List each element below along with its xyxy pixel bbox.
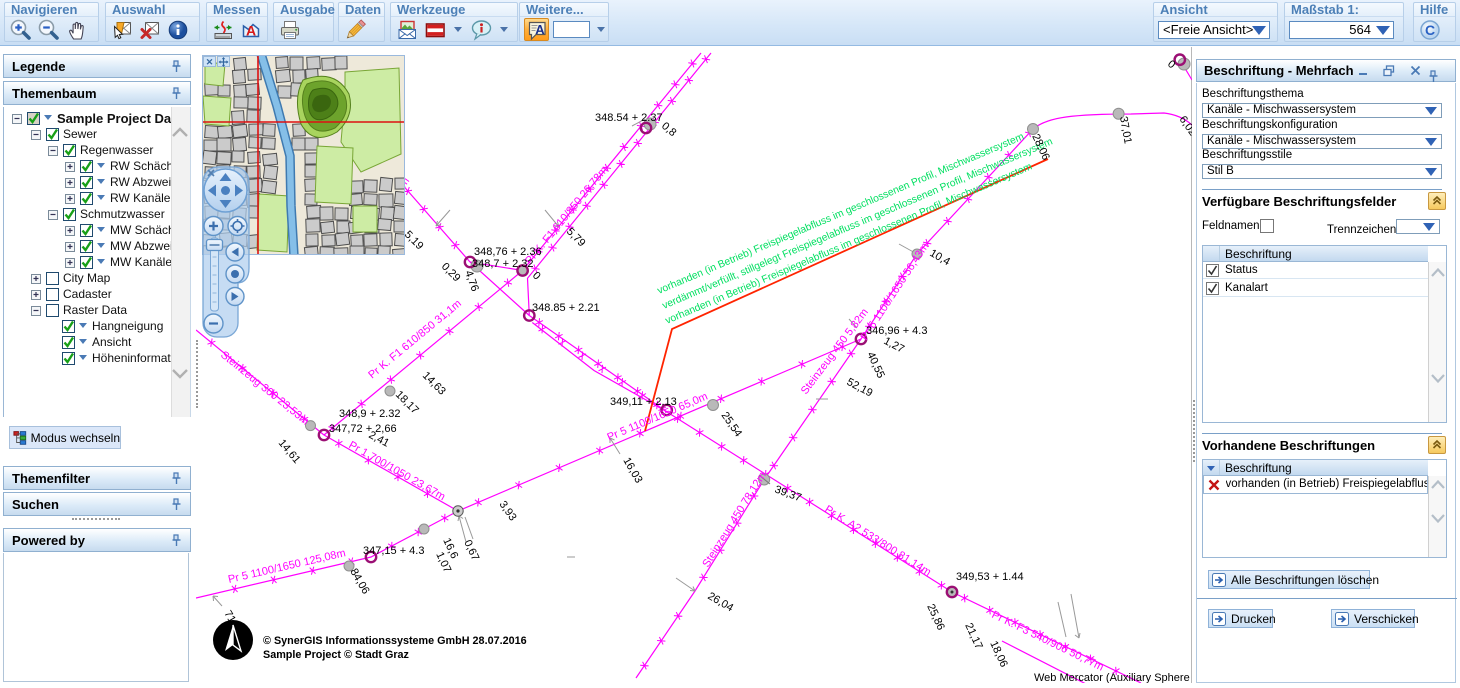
svg-text:0: 0 [530,270,543,283]
svg-text:347,15 + 4.3: 347,15 + 4.3 [363,545,424,557]
svg-text:0,29: 0,29 [439,261,463,285]
svg-text:25,86: 25,86 [924,602,947,632]
svg-text:14,63: 14,63 [420,370,448,398]
svg-text:vorhanden (in Betrieb) Freispi: vorhanden (in Betrieb) Freispiegelabflus… [656,131,1026,296]
svg-text:Web Mercator (Auxiliary Sphere: Web Mercator (Auxiliary Sphere [1034,672,1190,683]
svg-text:40,55: 40,55 [864,350,887,380]
svg-text:346,96 + 4.3: 346,96 + 4.3 [866,325,927,337]
svg-text:3.: 3. [1189,56,1192,71]
svg-text:348.54 + 2.37: 348.54 + 2.37 [595,112,663,124]
svg-text:4,76: 4,76 [462,269,481,293]
svg-text:348,9 + 2.32: 348,9 + 2.32 [339,408,400,420]
svg-text:21,17: 21,17 [962,621,985,651]
svg-text:52,19: 52,19 [845,376,875,400]
svg-text:16,03: 16,03 [620,456,644,486]
svg-text:349,53 + 1.44: 349,53 + 1.44 [956,571,1024,583]
svg-text:3,93: 3,93 [497,499,519,523]
svg-text:26,04: 26,04 [706,590,736,614]
svg-text:Pr K. A2 533/800 81,14m: Pr K. A2 533/800 81,14m [822,503,933,578]
svg-text:348,7 + 2.32: 348,7 + 2.32 [472,258,533,270]
svg-text:39,37: 39,37 [773,484,803,505]
svg-text:Steinzeug 450 78,12m: Steinzeug 450 78,12m [700,470,769,570]
svg-text:25,54: 25,54 [719,410,745,439]
svg-text:A: A [535,22,545,37]
svg-text:0,67: 0,67 [461,538,481,562]
svg-text:348,76 + 2.36: 348,76 + 2.36 [474,246,542,258]
svg-text:© SynerGIS Informationssysteme: © SynerGIS Informationssysteme GmbH 28.0… [263,635,527,647]
svg-text:0: 0 [1165,58,1177,71]
svg-text:vorhanden (in Betrieb) Freispi: vorhanden (in Betrieb) Freispiegelabflus… [664,161,1034,326]
svg-text:347,72 + 2,66: 347,72 + 2,66 [329,423,397,435]
svg-text:6,02: 6,02 [1177,114,1192,138]
svg-text:Pr 1 700/1050 23,67m: Pr 1 700/1050 23,67m [347,439,448,503]
svg-text:verdämmt/verfüllt, stillgelegt: verdämmt/verfüllt, stillgelegt Freispieg… [661,136,1055,311]
svg-text:1,27: 1,27 [882,335,907,356]
svg-text:Steinzeug 300 23,53m: Steinzeug 300 23,53m [218,349,311,428]
svg-text:349,11 + 2.13: 349,11 + 2.13 [610,396,677,408]
svg-text:84,06: 84,06 [347,567,371,597]
svg-text:5,19: 5,19 [402,229,426,253]
svg-text:37,01: 37,01 [1117,115,1134,144]
svg-text:Sample Project © Stadt Graz: Sample Project © Stadt Graz [263,649,410,661]
svg-text:10,4: 10,4 [928,247,953,268]
svg-text:14,61: 14,61 [276,437,303,466]
svg-text:348.85 + 2.21: 348.85 + 2.21 [532,302,600,314]
svg-text:Pr K. F1 610/850 31,1m: Pr K. F1 610/850 31,1m [366,298,464,382]
svg-text:C: C [1425,22,1435,38]
svg-text:A: A [246,22,256,38]
